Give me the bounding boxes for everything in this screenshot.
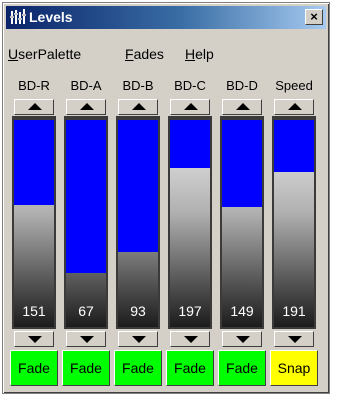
channel-strip-bd-a: 67 (64, 97, 108, 347)
triangle-up-icon (28, 103, 42, 110)
decrease-button[interactable] (66, 331, 106, 347)
channel-strip-bd-d: 149 (220, 97, 264, 347)
triangle-up-icon (288, 103, 302, 110)
triangle-up-icon (80, 103, 94, 110)
mode-button-fade[interactable]: Fade (10, 350, 58, 386)
mode-button-fade[interactable]: Fade (166, 350, 214, 386)
increase-button[interactable] (14, 99, 54, 115)
triangle-up-icon (132, 103, 146, 110)
mode-button-fade[interactable]: Fade (114, 350, 162, 386)
channel-strip-bd-r: 151 (12, 97, 56, 347)
title-bar[interactable]: Levels × (6, 6, 326, 29)
increase-button[interactable] (118, 99, 158, 115)
menu-fades[interactable]: Fades (125, 46, 164, 62)
decrease-button[interactable] (118, 331, 158, 347)
triangle-down-icon (80, 336, 94, 343)
channel-strip-speed: 191 (272, 97, 316, 347)
mode-button-snap[interactable]: Snap (270, 350, 318, 386)
mode-button-fade[interactable]: Fade (62, 350, 110, 386)
level-gauge: 191 (274, 120, 314, 327)
triangle-down-icon (132, 336, 146, 343)
increase-button[interactable] (274, 99, 314, 115)
decrease-button[interactable] (274, 331, 314, 347)
increase-button[interactable] (222, 99, 262, 115)
level-slider[interactable]: 67 (64, 116, 108, 329)
level-value: 149 (230, 303, 254, 319)
close-button[interactable]: × (305, 9, 323, 25)
increase-button[interactable] (170, 99, 210, 115)
level-value: 151 (22, 303, 46, 319)
mode-button-fade[interactable]: Fade (218, 350, 266, 386)
level-gauge: 197 (170, 120, 210, 327)
channel-strip-bd-c: 197 (168, 97, 212, 347)
level-slider[interactable]: 149 (220, 116, 264, 329)
channel-label-bd-r: BD-R (18, 78, 50, 93)
channel-label-bd-a: BD-A (70, 78, 102, 93)
level-fill (14, 120, 54, 205)
level-gauge: 151 (14, 120, 54, 327)
channel-label-bd-c: BD-C (174, 78, 206, 93)
level-fill (66, 120, 106, 273)
menu-userpalette[interactable]: UserPalette (8, 46, 81, 62)
level-value: 197 (178, 303, 202, 319)
level-slider[interactable]: 191 (272, 116, 316, 329)
level-slider[interactable]: 197 (168, 116, 212, 329)
triangle-up-icon (236, 103, 250, 110)
level-value: 191 (282, 303, 306, 319)
level-slider[interactable]: 93 (116, 116, 160, 329)
increase-button[interactable] (66, 99, 106, 115)
decrease-button[interactable] (170, 331, 210, 347)
level-fill (170, 120, 210, 168)
level-slider[interactable]: 151 (12, 116, 56, 329)
triangle-down-icon (184, 336, 198, 343)
channel-label-speed: Speed (275, 78, 313, 93)
triangle-down-icon (28, 336, 42, 343)
channel-label-bd-b: BD-B (122, 78, 154, 93)
level-value: 67 (78, 303, 94, 319)
channel-strip-bd-b: 93 (116, 97, 160, 347)
triangle-up-icon (184, 103, 198, 110)
levels-app-icon (10, 9, 26, 24)
triangle-down-icon (288, 336, 302, 343)
decrease-button[interactable] (14, 331, 54, 347)
level-gauge: 149 (222, 120, 262, 327)
window-title: Levels (29, 9, 73, 25)
level-value: 93 (130, 303, 146, 319)
level-gauge: 67 (66, 120, 106, 327)
level-fill (118, 120, 158, 252)
channel-label-bd-d: BD-D (226, 78, 258, 93)
close-icon: × (310, 9, 318, 24)
menu-help[interactable]: Help (185, 46, 214, 62)
level-gauge: 93 (118, 120, 158, 327)
level-fill (222, 120, 262, 207)
decrease-button[interactable] (222, 331, 262, 347)
level-fill (274, 120, 314, 172)
triangle-down-icon (236, 336, 250, 343)
